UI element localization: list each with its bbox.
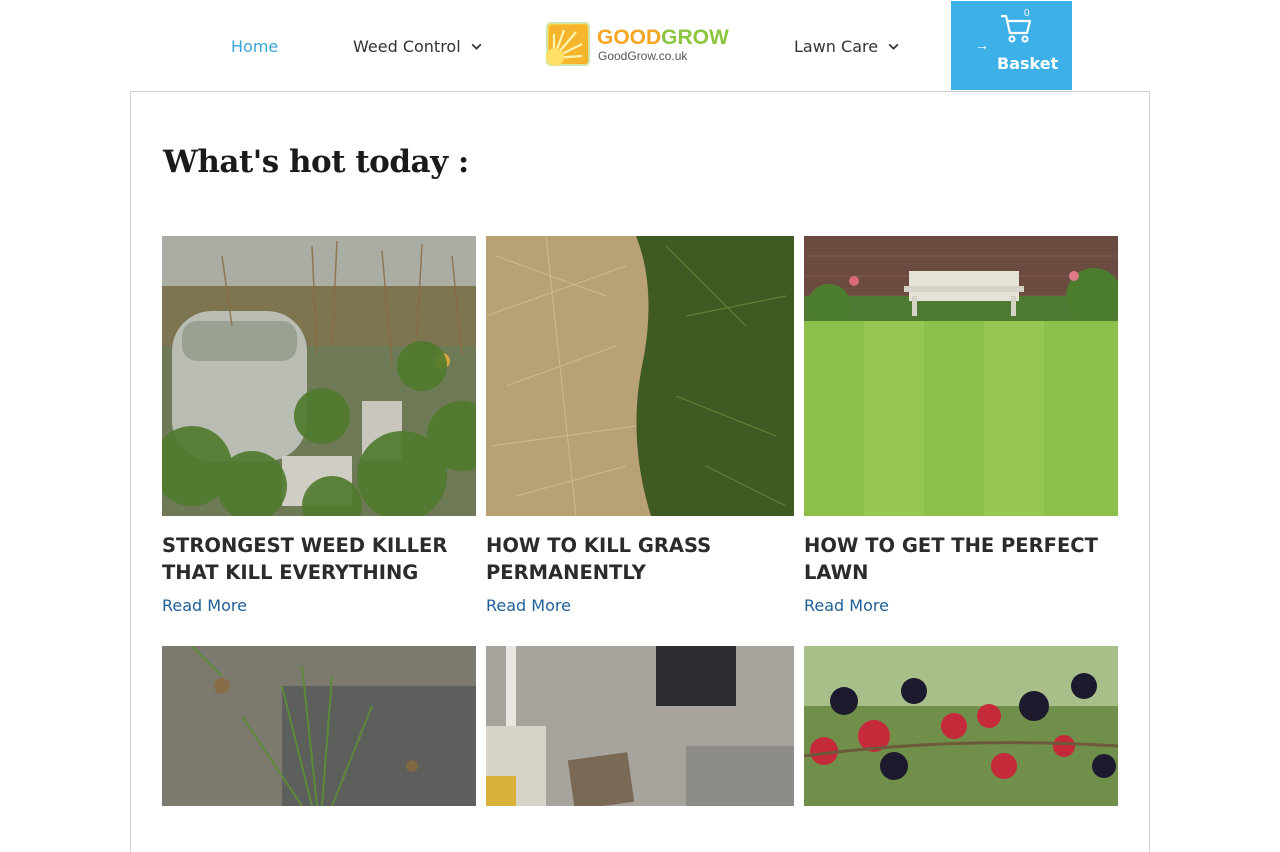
article-image-weeds-in-paving[interactable] [162,646,476,806]
article-title[interactable]: STRONGEST WEED KILLER THAT KILL EVERYTHI… [162,532,476,586]
nav-lawn-care[interactable]: Lawn Care [794,36,900,56]
arrow-right-icon: → [975,37,989,53]
site-header: Home Weed Control GOODGROW GoodGrow.co.u… [0,0,1280,91]
article-title[interactable]: HOW TO GET THE PERFECT LAWN [804,532,1118,586]
chevron-down-icon [888,43,899,50]
page-heading: What's hot today : [163,144,469,180]
basket-label: Basket [997,54,1059,73]
nav-lawn-care-label: Lawn Care [794,36,879,56]
article-image-perfect-lawn[interactable] [804,236,1118,516]
site-logo[interactable]: GOODGROW GoodGrow.co.uk [546,22,729,68]
read-more-link[interactable]: Read More [486,596,571,615]
article-image-drain-weeds[interactable] [486,646,794,806]
logo-name-part1: GOOD [597,26,662,49]
nav-weed-control[interactable]: Weed Control [353,36,483,56]
sun-logo-icon [546,22,590,66]
logo-name-part2: GROW [661,26,729,49]
article-image-dead-grass[interactable] [486,236,794,516]
logo-name: GOODGROW [597,27,729,49]
logo-domain: GoodGrow.co.uk [598,49,688,63]
nav-weed-control-label: Weed Control [353,36,461,56]
article-title[interactable]: HOW TO KILL GRASS PERMANENTLY [486,532,794,586]
article-image-blackberries[interactable] [804,646,1118,806]
read-more-link[interactable]: Read More [804,596,889,615]
basket-count: 0 [1024,8,1030,19]
nav-home-label: Home [231,36,279,56]
main-content: What's hot today : STRONGEST WEED KILLER… [130,91,1150,852]
article-image-overgrown-garden[interactable] [162,236,476,516]
nav-home[interactable]: Home [231,36,278,56]
basket-button[interactable]: → 0 Basket [951,1,1072,90]
chevron-down-icon [471,43,482,50]
read-more-link[interactable]: Read More [162,596,247,615]
